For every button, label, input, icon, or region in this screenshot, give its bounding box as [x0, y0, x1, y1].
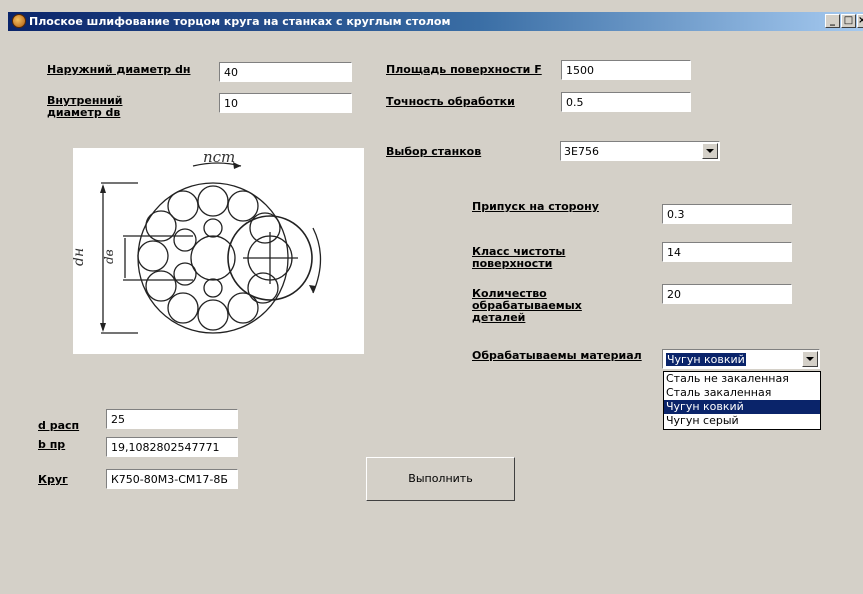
- material-option-selected[interactable]: Чугун ковкий: [664, 400, 820, 414]
- material-select-value: Чугун ковкий: [666, 353, 746, 366]
- material-option[interactable]: Чугун серый: [664, 414, 820, 428]
- surface-area-label: Площадь поверхности F: [386, 63, 542, 76]
- maximize-button[interactable]: □: [841, 14, 856, 28]
- machine-select-value: 3Е756: [564, 145, 599, 158]
- machine-label: Выбор станков: [386, 145, 482, 158]
- diagram-dn-label: dн: [73, 248, 87, 266]
- outer-diameter-label: Наружний диаметр dн: [47, 63, 191, 76]
- surface-area-input[interactable]: 1500: [561, 60, 691, 80]
- inner-diameter-input[interactable]: 10: [219, 93, 352, 113]
- minimize-button[interactable]: _: [825, 14, 840, 28]
- material-label: Обрабатываемы материал: [472, 349, 642, 362]
- grinding-diagram: nст dн dв: [71, 148, 364, 354]
- part-count-label: Количество обрабатываемых деталей: [472, 287, 582, 324]
- b-pr-label: b пр: [38, 438, 66, 451]
- accuracy-label: Точность обработки: [386, 95, 515, 108]
- chevron-down-icon[interactable]: [802, 351, 818, 367]
- part-count-input[interactable]: 20: [662, 284, 792, 304]
- app-icon: [12, 14, 26, 28]
- window-title: Плоское шлифование торцом круга на станк…: [29, 15, 451, 28]
- krug-label: Круг: [38, 473, 68, 486]
- material-option[interactable]: Сталь не закаленная: [664, 372, 820, 386]
- material-select[interactable]: Чугун ковкий: [662, 349, 820, 369]
- material-dropdown-list: Сталь не закаленная Сталь закаленная Чуг…: [663, 371, 821, 430]
- accuracy-input[interactable]: 0.5: [561, 92, 691, 112]
- surface-class-input[interactable]: 14: [662, 242, 792, 262]
- allowance-input[interactable]: 0.3: [662, 204, 792, 224]
- diagram-n-label: nст: [203, 148, 235, 166]
- diagram-dv-label: dв: [102, 249, 116, 264]
- grinding-diagram-svg: nст dн dв: [71, 148, 322, 334]
- surface-class-label: Класс чистоты поверхности: [472, 245, 566, 270]
- run-button[interactable]: Выполнить: [366, 457, 515, 501]
- krug-input[interactable]: К750-80М3-СМ17-8Б: [106, 469, 238, 489]
- close-button[interactable]: ×: [857, 14, 863, 28]
- machine-select[interactable]: 3Е756: [560, 141, 720, 161]
- d-rasp-label: d расп: [38, 419, 80, 432]
- title-bar: Плоское шлифование торцом круга на станк…: [8, 12, 863, 31]
- inner-diameter-label: Внутренний диаметр dв: [47, 94, 123, 119]
- chevron-down-icon[interactable]: [702, 143, 718, 159]
- outer-diameter-input[interactable]: 40: [219, 62, 352, 82]
- b-pr-input[interactable]: 19,1082802547771: [106, 437, 238, 457]
- d-rasp-input[interactable]: 25: [106, 409, 238, 429]
- allowance-label: Припуск на сторону: [472, 200, 599, 213]
- material-option[interactable]: Сталь закаленная: [664, 386, 820, 400]
